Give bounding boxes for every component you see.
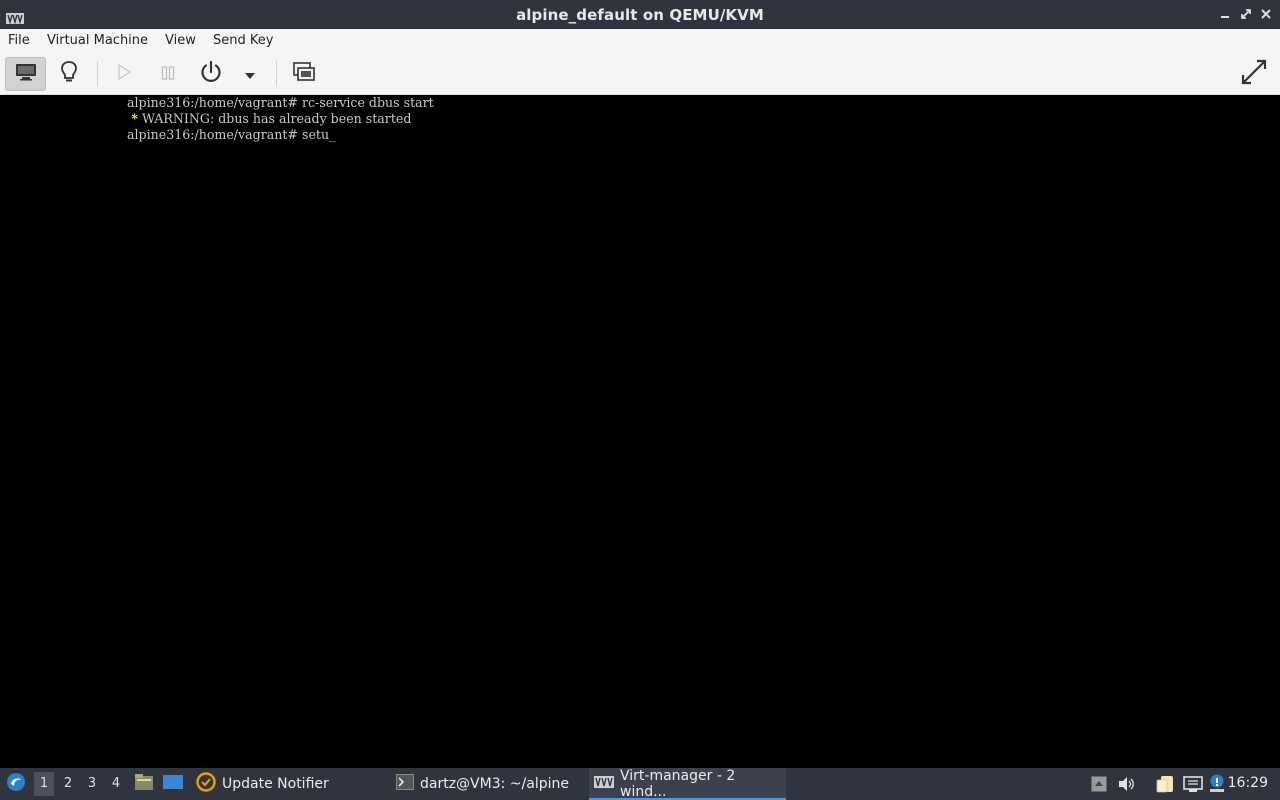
vm-console[interactable]: alpine316:/home/vagrant# rc-service dbus… — [0, 95, 1280, 768]
dropdown-arrow-icon — [244, 65, 256, 84]
pause-button[interactable] — [154, 57, 182, 91]
window-titlebar[interactable]: alpine_default on QEMU/KVM — [0, 0, 1280, 29]
file-manager-icon — [134, 773, 154, 795]
console-output: alpine316:/home/vagrant# rc-service dbus… — [127, 95, 434, 143]
details-button[interactable] — [52, 57, 86, 91]
power-button[interactable] — [195, 57, 227, 91]
snapshots-icon — [293, 62, 315, 86]
virt-manager-icon — [594, 776, 614, 792]
minimize-icon[interactable] — [1218, 7, 1232, 21]
console-line: WARNING: dbus has already been started — [137, 111, 412, 126]
info-notification-icon[interactable] — [1208, 773, 1226, 797]
fullscreen-icon — [1240, 58, 1268, 90]
task-update-notifier[interactable]: Update Notifier — [192, 768, 333, 800]
power-icon — [199, 60, 223, 88]
menu-file[interactable]: File — [8, 33, 30, 48]
task-label: Virt-manager - 2 wind... — [620, 768, 736, 800]
task-terminal[interactable]: dartz@VM3: ~/alpine — [392, 768, 573, 800]
menu-send-key[interactable]: Send Key — [213, 33, 273, 48]
task-label: Update Notifier — [222, 776, 329, 792]
fullscreen-button[interactable] — [1236, 57, 1272, 91]
workspace-3[interactable]: 3 — [82, 772, 102, 796]
console-cursor: _ — [329, 127, 336, 142]
restore-icon[interactable] — [1239, 7, 1253, 21]
clock[interactable]: 16:29 — [1228, 775, 1268, 791]
pause-icon — [161, 65, 175, 84]
task-virt-manager[interactable]: Virt-manager - 2 wind... — [589, 768, 786, 800]
workspace-1[interactable]: 1 — [34, 772, 54, 796]
show-desktop-launcher[interactable] — [162, 768, 184, 800]
lightbulb-details-icon — [60, 60, 78, 88]
run-button[interactable] — [110, 57, 138, 91]
start-menu-button[interactable] — [6, 768, 26, 800]
console-button[interactable] — [5, 57, 46, 91]
lubuntu-logo-icon — [6, 772, 26, 796]
power-menu-button[interactable] — [238, 57, 262, 91]
toolbar — [0, 53, 1280, 95]
network-icon[interactable] — [1183, 775, 1203, 797]
volume-icon[interactable] — [1118, 776, 1136, 796]
taskbar: 1 2 3 4 Update Notifier dartz@VM3: ~/alp… — [0, 768, 1280, 800]
workspace-2[interactable]: 2 — [58, 772, 78, 796]
update-notifier-icon — [196, 772, 216, 796]
snapshots-button[interactable] — [288, 57, 320, 91]
menu-bar: File Virtual Machine View Send Key — [0, 29, 1280, 53]
menu-virtual-machine[interactable]: Virtual Machine — [47, 33, 148, 48]
close-icon[interactable] — [1259, 7, 1273, 21]
console-icon — [15, 63, 37, 85]
console-line: alpine316:/home/vagrant# setu — [127, 127, 330, 142]
tray-expand-icon[interactable] — [1091, 776, 1107, 796]
toolbar-separator — [276, 61, 277, 87]
console-line: alpine316:/home/vagrant# rc-service dbus… — [127, 95, 434, 110]
menu-view[interactable]: View — [165, 33, 196, 48]
toolbar-separator — [97, 61, 98, 87]
terminal-icon — [396, 774, 414, 794]
warning-star: * — [127, 111, 138, 126]
desktop-icon — [162, 773, 184, 795]
clipboard-icon[interactable] — [1156, 775, 1176, 797]
task-label: dartz@VM3: ~/alpine — [420, 776, 569, 792]
workspace-4[interactable]: 4 — [106, 772, 126, 796]
window-title: alpine_default on QEMU/KVM — [516, 6, 764, 24]
file-manager-launcher[interactable] — [134, 768, 154, 800]
run-icon — [117, 63, 132, 84]
